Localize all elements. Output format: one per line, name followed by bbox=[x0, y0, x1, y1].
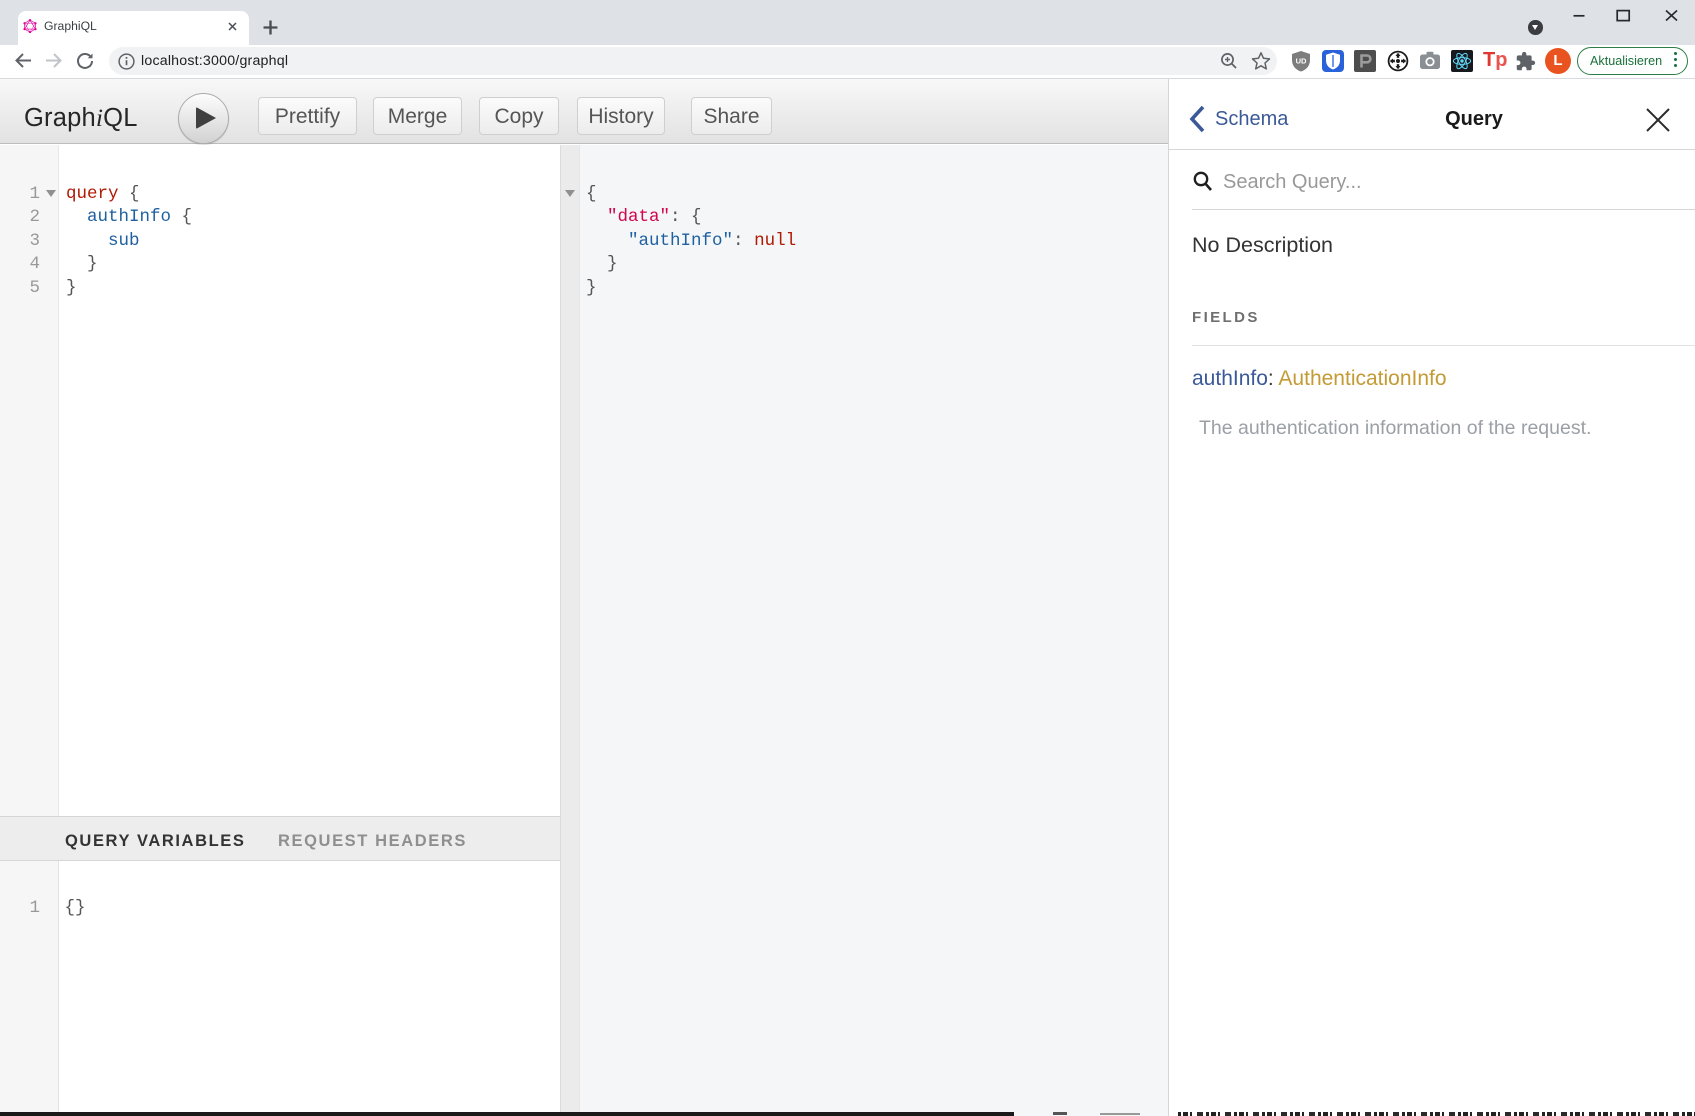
svg-text:UD: UD bbox=[1296, 57, 1307, 66]
